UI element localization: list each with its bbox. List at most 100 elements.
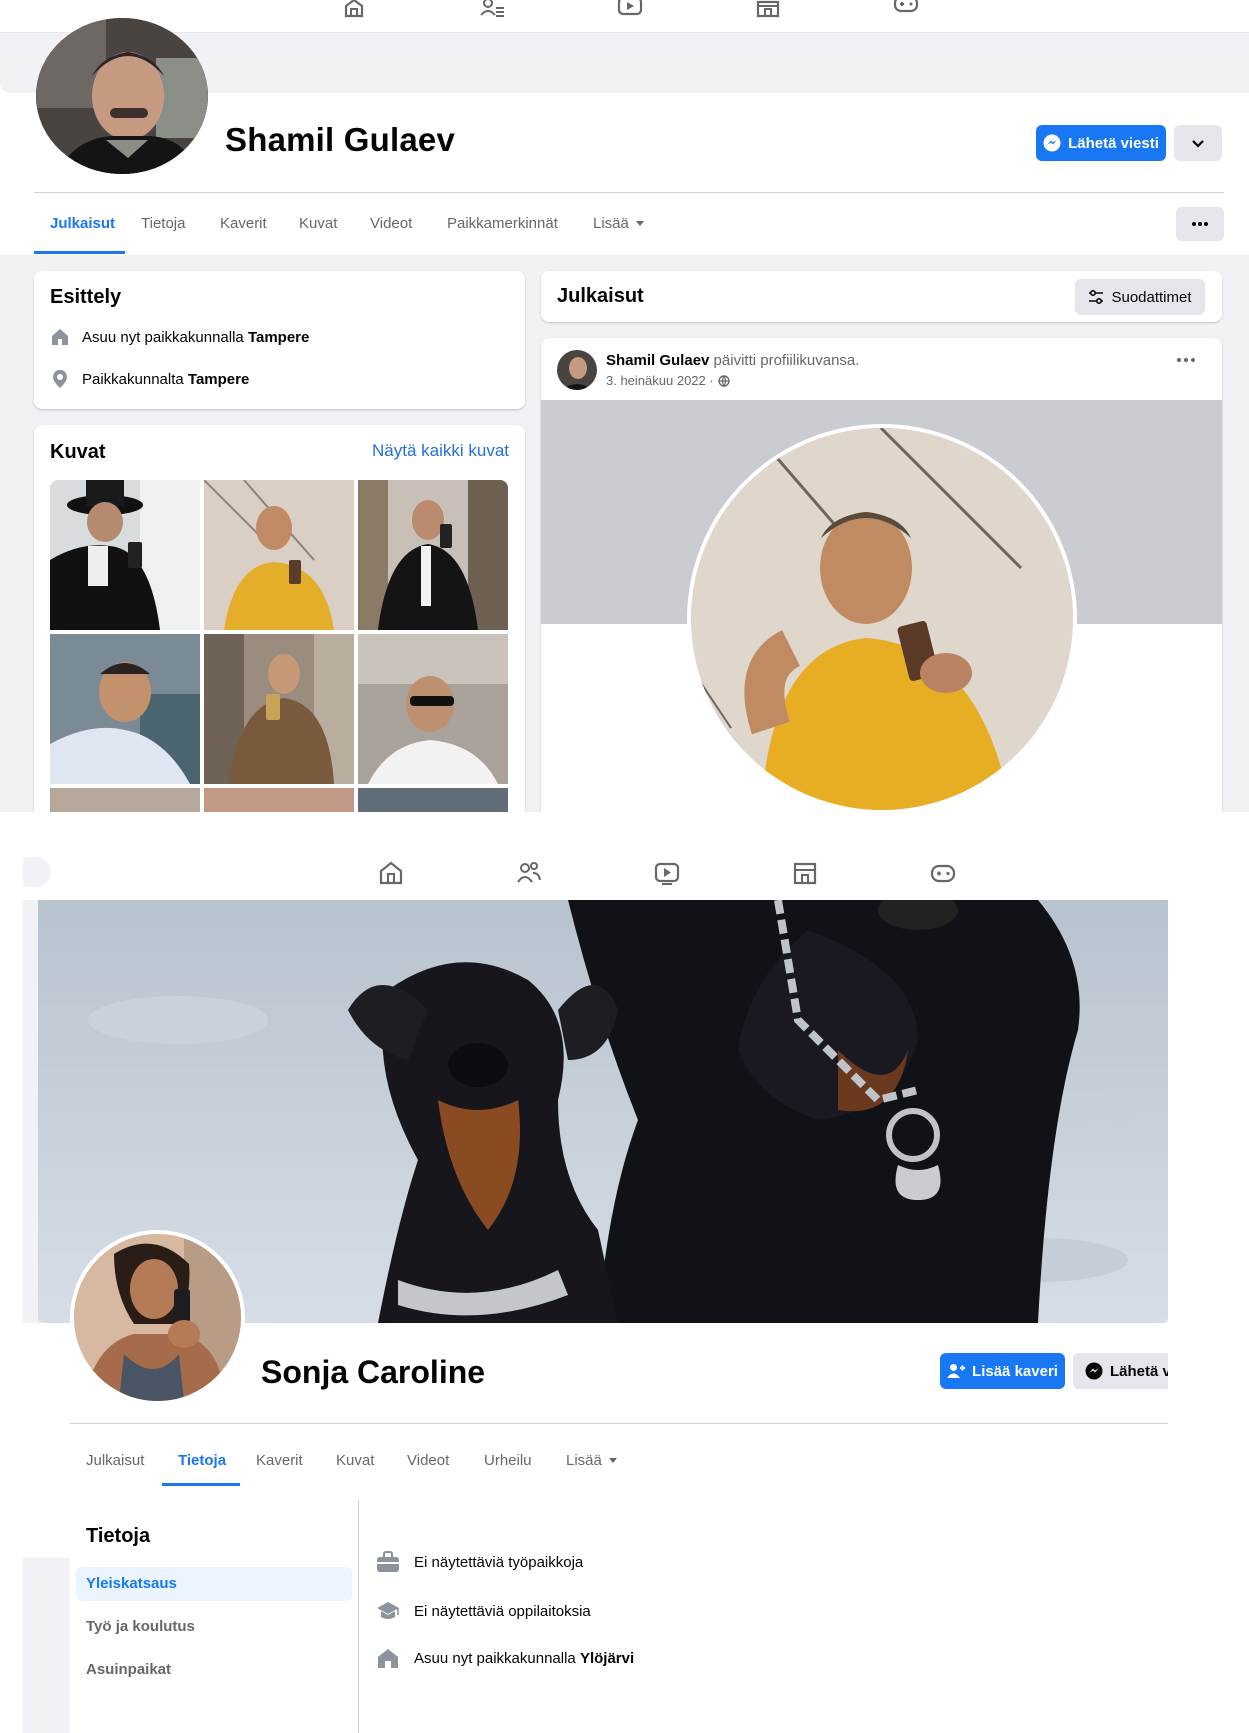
photos-title: Kuvat [50, 441, 106, 463]
tab-more[interactable]: Lisää [593, 215, 645, 232]
tab-julkaisut[interactable]: Julkaisut [50, 215, 115, 232]
post-date[interactable]: 3. heinäkuu 2022 · [606, 373, 714, 388]
messenger-icon [1085, 1362, 1103, 1380]
header-divider [70, 1423, 1168, 1424]
add-friend-button[interactable]: Lisää kaveri [940, 1353, 1065, 1389]
marketplace-icon[interactable] [792, 860, 818, 886]
tab-paikkamerkinnat[interactable]: Paikkamerkinnät [447, 215, 558, 232]
profile-avatar[interactable] [36, 18, 208, 174]
watch-icon[interactable] [654, 860, 680, 886]
tab-tietoja[interactable]: Tietoja [141, 215, 185, 232]
tab-more[interactable]: Lisää [566, 1452, 618, 1469]
briefcase-icon [376, 1551, 400, 1573]
photo-thumbnail[interactable] [358, 634, 508, 784]
post-profile-picture[interactable] [687, 424, 1077, 812]
see-all-photos-link[interactable]: Näytä kaikki kuvat [372, 441, 509, 461]
globe-icon [718, 374, 730, 387]
intro-from-city[interactable]: Tampere [188, 371, 249, 388]
active-tab-indicator [162, 1483, 240, 1486]
photos-card: Kuvat Näytä kaikki kuvat [34, 425, 525, 812]
caret-down-icon [635, 220, 645, 228]
send-message-button[interactable]: Lähetä vi [1073, 1353, 1168, 1389]
tab-videot[interactable]: Videot [407, 1452, 449, 1469]
left-edge-tab [23, 857, 51, 887]
photo-thumbnail[interactable] [50, 788, 200, 812]
posts-title: Julkaisut [557, 285, 644, 307]
about-lives-prefix: Asuu nyt paikkakunnalla [414, 1649, 576, 1667]
tab-urheilu[interactable]: Urheilu [484, 1452, 532, 1469]
watch-icon[interactable] [617, 0, 643, 18]
about-lives-row: Asuu nyt paikkakunnalla Ylöjärvi [376, 1647, 634, 1669]
more-options-button[interactable] [1176, 207, 1224, 241]
gaming-icon[interactable] [893, 0, 919, 18]
home-icon[interactable] [341, 0, 367, 18]
photo-thumbnail[interactable] [358, 788, 508, 812]
sidebar-item-places[interactable]: Asuinpaikat [86, 1661, 171, 1678]
about-lives-city[interactable]: Ylöjärvi [580, 1650, 634, 1667]
post-header-line: Shamil Gulaev päivitti profiilikuvansa. [606, 352, 859, 369]
photo-thumbnail[interactable] [50, 480, 200, 630]
sidebar-item-label: Yleiskatsaus [86, 1575, 177, 1592]
photo-thumbnail[interactable] [204, 634, 354, 784]
about-work-row: Ei näytettäviä työpaikkoja [376, 1551, 583, 1573]
sidebar-item-work-education[interactable]: Työ ja koulutus [86, 1618, 195, 1635]
graduation-cap-icon [376, 1600, 400, 1622]
tab-kuvat[interactable]: Kuvat [336, 1452, 374, 1469]
profile-screenshot-shamil: Shamil Gulaev Lähetä viesti Julkaisut Ti… [0, 0, 1249, 812]
friends-icon[interactable] [479, 0, 505, 18]
about-education-row: Ei näytettäviä oppilaitoksia [376, 1600, 591, 1622]
sidebar-item-overview[interactable]: Yleiskatsaus [76, 1567, 352, 1601]
intro-lives-prefix: Asuu nyt paikkakunnalla [82, 328, 244, 346]
tab-more-label: Lisää [566, 1452, 602, 1469]
profile-avatar[interactable] [70, 1230, 245, 1405]
tab-videot[interactable]: Videot [370, 215, 412, 232]
tab-kuvat[interactable]: Kuvat [299, 215, 337, 232]
more-icon [1192, 222, 1208, 226]
send-message-label: Lähetä vi [1110, 1362, 1168, 1380]
intro-lives-city[interactable]: Tampere [248, 329, 309, 346]
gaming-icon[interactable] [930, 860, 956, 886]
friends-icon[interactable] [516, 860, 542, 886]
post-author[interactable]: Shamil Gulaev [606, 352, 709, 369]
about-title: Tietoja [86, 1525, 151, 1547]
intro-lives-row: Asuu nyt paikkakunnalla Tampere [50, 327, 309, 347]
about-education-text: Ei näytettäviä oppilaitoksia [414, 1602, 591, 1620]
post-more-button[interactable] [1177, 358, 1195, 362]
post-author-avatar[interactable] [557, 350, 597, 390]
profile-options-button[interactable] [1174, 125, 1222, 161]
filters-button[interactable]: Suodattimet [1075, 279, 1205, 315]
tab-tietoja[interactable]: Tietoja [178, 1452, 226, 1469]
photo-thumbnail[interactable] [204, 788, 354, 812]
send-message-label: Lähetä viesti [1068, 134, 1159, 152]
intro-card: Esittely Asuu nyt paikkakunnalla Tampere… [34, 271, 525, 409]
tab-julkaisut[interactable]: Julkaisut [86, 1452, 144, 1469]
profile-name: Sonja Caroline [261, 1354, 486, 1390]
intro-from-row: Paikkakunnalta Tampere [50, 369, 249, 389]
intro-title: Esittely [50, 286, 122, 308]
about-card: Tietoja Yleiskatsaus Työ ja koulutus Asu… [70, 1500, 1168, 1733]
house-icon [376, 1647, 400, 1669]
add-friend-icon [947, 1363, 966, 1379]
tab-kaverit[interactable]: Kaverit [256, 1452, 303, 1469]
filters-label: Suodattimet [1111, 288, 1192, 306]
post-meta: 3. heinäkuu 2022 · [606, 373, 730, 388]
profile-name: Shamil Gulaev [225, 121, 456, 158]
header-divider [34, 192, 1224, 193]
messenger-icon [1043, 134, 1061, 152]
filters-icon [1088, 290, 1104, 304]
top-navigation-bar [0, 0, 1249, 33]
photo-thumbnail[interactable] [358, 480, 508, 630]
profile-screenshot-sonja: Sonja Caroline Lisää kaveri Lähetä vi Ju… [0, 812, 1249, 1733]
home-icon[interactable] [378, 860, 404, 886]
tab-kaverit[interactable]: Kaverit [220, 215, 267, 232]
send-message-button[interactable]: Lähetä viesti [1036, 125, 1166, 161]
about-work-text: Ei näytettäviä työpaikkoja [414, 1553, 584, 1571]
add-friend-label: Lisää kaveri [972, 1362, 1058, 1380]
posts-header-card: Julkaisut Suodattimet [541, 271, 1222, 322]
about-divider [358, 1500, 359, 1733]
photo-thumbnail[interactable] [50, 634, 200, 784]
marketplace-icon[interactable] [755, 0, 781, 18]
photo-thumbnail[interactable] [204, 480, 354, 630]
active-tab-indicator [34, 251, 125, 254]
post-action: päivitti profiilikuvansa. [713, 352, 860, 369]
